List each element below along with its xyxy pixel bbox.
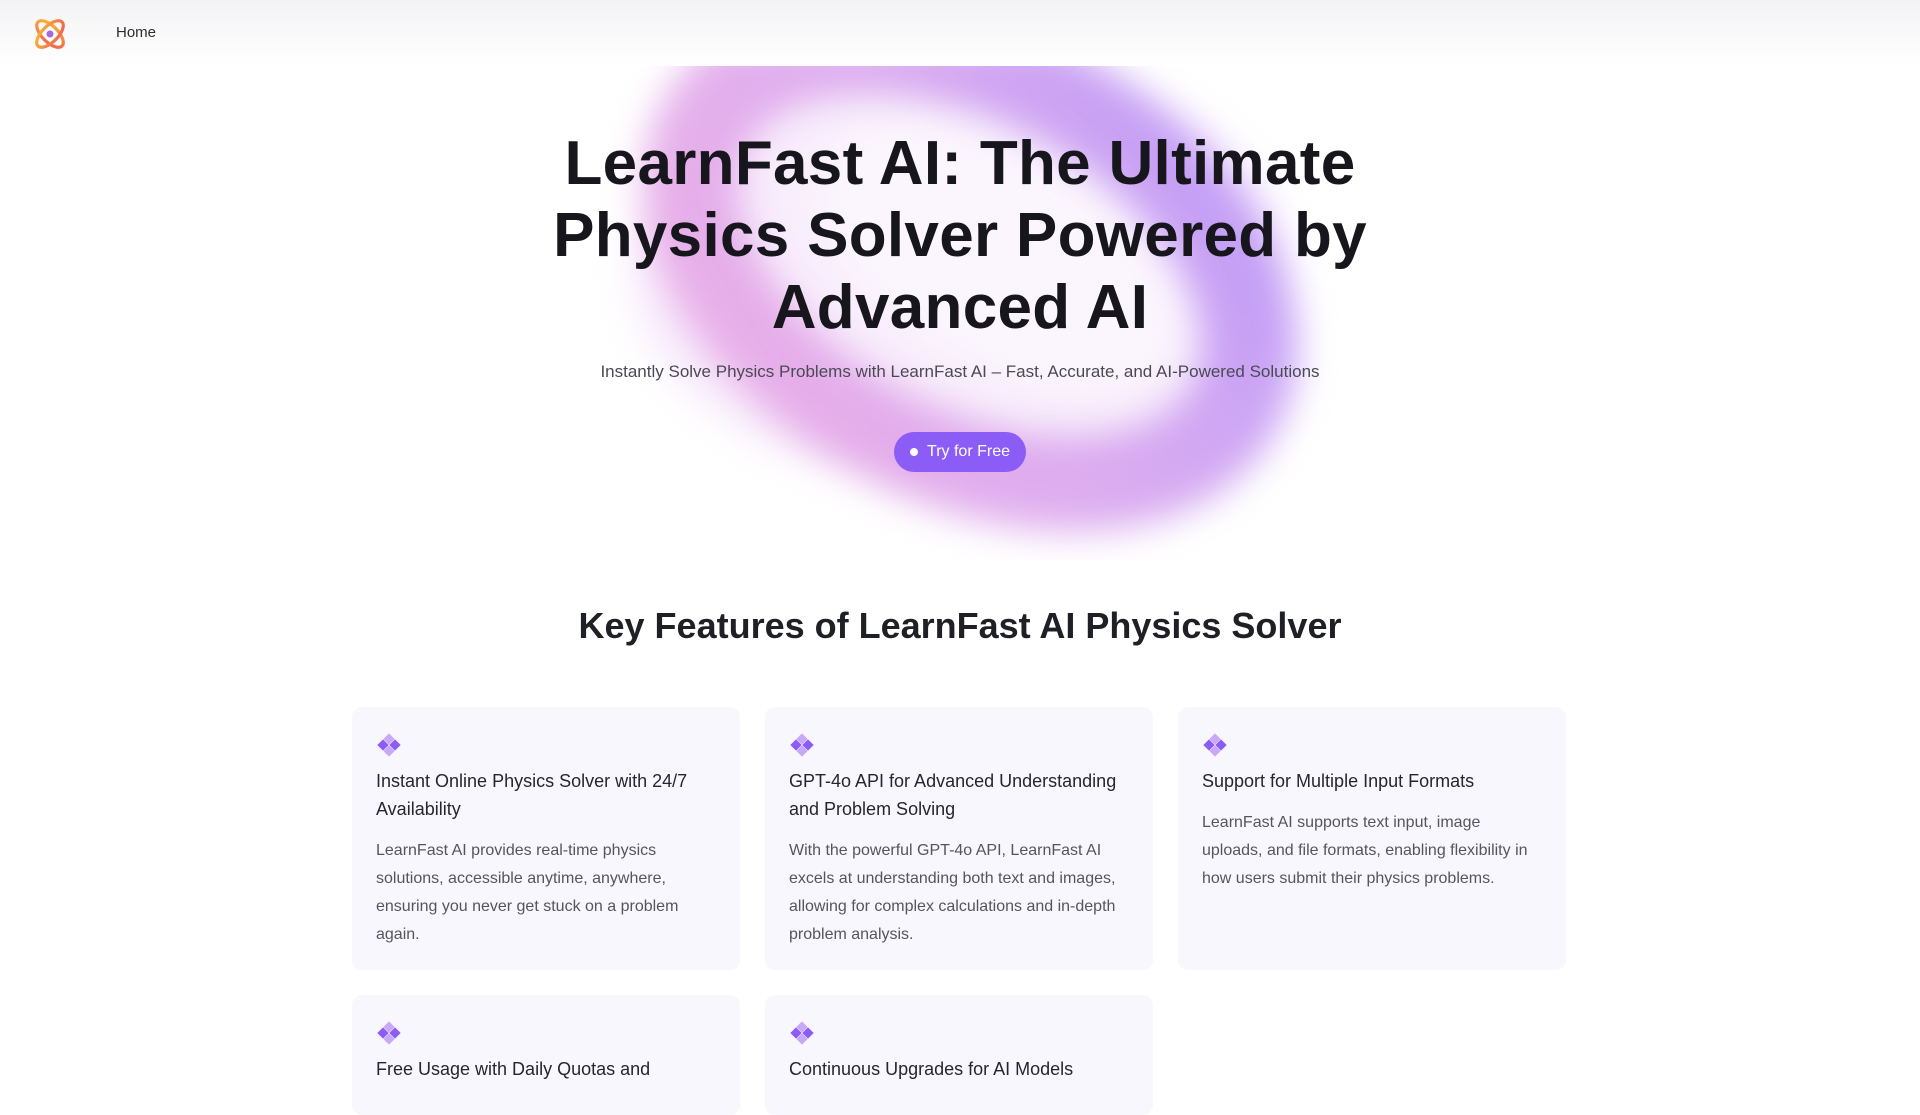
feature-card-title: Support for Multiple Input Formats <box>1202 771 1475 791</box>
hero-title: LearnFast AI: The Ultimate Physics Solve… <box>553 129 1367 342</box>
feature-card: Instant Online Physics Solver with 24/7 … <box>352 707 740 970</box>
feature-card: Free Usage with Daily Quotas and <box>352 995 740 1115</box>
try-for-free-label: Try for Free <box>927 443 1010 460</box>
nav-home-link[interactable]: Home <box>116 24 156 41</box>
hero-subtitle: Instantly Solve Physics Problems with Le… <box>600 362 1320 381</box>
try-for-free-button[interactable]: Try for Free <box>894 432 1026 472</box>
top-navbar: Home <box>0 0 1920 66</box>
feature-card-title: Free Usage with Daily Quotas and <box>376 1059 651 1079</box>
diamond-cluster-icon <box>377 1021 401 1045</box>
feature-card-description: LearnFast AI supports text input, image … <box>1202 814 1528 887</box>
dot-icon <box>910 448 919 456</box>
hero-section: LearnFast AI: The Ultimate Physics Solve… <box>0 0 1920 560</box>
feature-card-title: Instant Online Physics Solver with 24/7 … <box>376 771 688 819</box>
diamond-cluster-icon <box>790 733 814 757</box>
feature-card: GPT-4o API for Advanced Understanding an… <box>765 707 1153 970</box>
feature-card-title: GPT-4o API for Advanced Understanding an… <box>789 771 1117 819</box>
diamond-cluster-icon <box>790 1021 814 1045</box>
diamond-cluster-icon <box>377 733 401 757</box>
feature-card-description: LearnFast AI provides real-time physics … <box>376 842 679 943</box>
feature-card: Support for Multiple Input Formats Learn… <box>1178 707 1566 970</box>
feature-card-description: With the powerful GPT-4o API, LearnFast … <box>789 842 1116 943</box>
feature-card: Continuous Upgrades for AI Models <box>765 995 1153 1115</box>
features-title: Key Features of LearnFast AI Physics Sol… <box>578 605 1342 646</box>
diamond-cluster-icon <box>1203 733 1227 757</box>
feature-card-title: Continuous Upgrades for AI Models <box>789 1059 1074 1079</box>
atom-logo-icon[interactable] <box>30 14 70 54</box>
